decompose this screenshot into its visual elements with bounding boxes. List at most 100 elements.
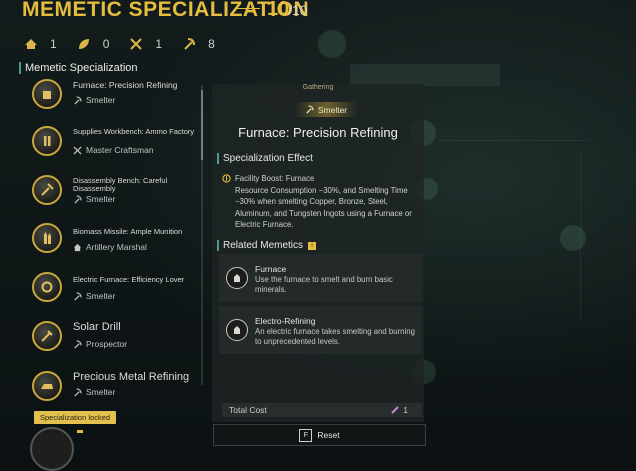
detail-category: Gathering [302, 84, 334, 91]
total-cost-label: Total Cost [229, 405, 267, 415]
electric-furnace-icon [226, 319, 248, 341]
points-count: 10 [267, 0, 290, 20]
list-item-sub: Artillery Marshal [73, 242, 147, 252]
effect-description: Facility Boost: Furnace Resource Consump… [222, 173, 422, 231]
cost-icon [391, 406, 399, 414]
effect-body: Resource Consumption −30%, and Smelting … [235, 185, 412, 230]
list-item[interactable]: Furnace: Precision Refining Smelter [32, 78, 199, 118]
specialization-list[interactable]: Furnace: Precision Refining Smelter Supp… [19, 78, 199, 410]
list-item-name: Supplies Workbench: Ammo Factory [73, 127, 195, 136]
reset-button[interactable]: F Reset [213, 424, 426, 446]
leaf-icon [78, 39, 89, 49]
list-item-sub: Master Craftsman [73, 145, 154, 155]
total-cost-number: 1 [403, 405, 408, 415]
furnace-icon [226, 267, 248, 289]
pickaxe-icon [74, 339, 82, 349]
list-item[interactable]: Biomass Missile: Ample Munition Artiller… [32, 220, 199, 262]
section-title: Memetic Specialization [19, 62, 138, 74]
related-heading: Related Memetics i [217, 240, 317, 251]
reset-label: Reset [317, 430, 340, 440]
crossed-tools-icon [73, 145, 82, 155]
list-item-sub-label: Smelter [86, 194, 116, 204]
electric-furnace-icon [32, 272, 62, 302]
drill-icon [32, 321, 62, 351]
ammo-icon [32, 126, 62, 156]
list-item[interactable]: Supplies Workbench: Ammo Factory Master … [32, 123, 199, 165]
list-item-name: Precious Metal Refining [73, 371, 190, 383]
locked-item-icon[interactable] [30, 427, 74, 471]
header-divider [236, 8, 260, 9]
list-item-sub-label: Master Craftsman [86, 145, 154, 155]
detail-panel: Gathering Smelter Furnace: Precision Ref… [212, 84, 424, 422]
furnace-icon [32, 79, 62, 109]
stat-value: 1 [155, 37, 163, 51]
list-scrollbar-thumb[interactable] [201, 90, 203, 160]
effect-row: Facility Boost: Furnace [222, 173, 422, 185]
effect-heading-label: Specialization Effect [223, 153, 313, 164]
stat-value: 1 [50, 37, 57, 51]
missile-icon [32, 223, 62, 253]
locked-tooltip: Specialization locked [34, 411, 117, 424]
detail-title: Furnace: Precision Refining [238, 125, 398, 140]
memetic-name: Electro-Refining [255, 316, 316, 326]
list-item[interactable]: Solar Drill Prospector [32, 318, 199, 360]
stat-pickaxe: 8 [182, 37, 215, 51]
list-item[interactable]: Precious Metal Refining Smelter [32, 368, 199, 410]
list-item-name: Furnace: Precision Refining [73, 80, 178, 90]
locked-marker [77, 430, 83, 433]
detail-tag-label: Smelter [317, 104, 348, 115]
detail-tag: Smelter [294, 102, 358, 117]
total-cost-value: 1 [391, 405, 408, 415]
crossed-tools-icon [130, 38, 143, 50]
effect-label: Facility Boost: Furnace [235, 174, 315, 183]
list-item-sub: Prospector [73, 339, 127, 349]
ingot-icon [32, 371, 62, 401]
list-item-name: Electric Furnace: Efficiency Lover [73, 275, 185, 284]
list-item-sub-label: Smelter [86, 291, 116, 301]
list-item-sub: Smelter [73, 194, 115, 204]
pickaxe-icon [74, 291, 82, 301]
pickaxe-icon [306, 105, 314, 114]
bg-node [560, 225, 586, 251]
memetic-desc: Use the furnace to smelt and burn basic … [255, 275, 393, 294]
total-cost-row: Total Cost 1 [222, 403, 422, 417]
pickaxe-icon [74, 95, 82, 105]
info-icon[interactable]: i [308, 241, 317, 250]
stat-leaf: 0 [77, 37, 110, 51]
memetic-desc: An electric furnace takes smelting and b… [255, 327, 415, 346]
list-item[interactable]: Disassembly Bench: Careful Disassembly S… [32, 172, 199, 214]
list-item-sub-label: Smelter [86, 95, 116, 105]
list-item-sub-label: Prospector [86, 339, 128, 349]
list-item-sub: Smelter [73, 95, 115, 105]
stat-value: 0 [102, 37, 110, 51]
related-memetic-item[interactable]: Electro-Refining An electric furnace tak… [219, 306, 422, 354]
list-item[interactable]: Electric Furnace: Efficiency Lover Smelt… [32, 269, 199, 311]
keybind-hint: F [299, 428, 313, 442]
related-heading-label: Related Memetics [223, 240, 304, 251]
memetic-name: Furnace [255, 264, 287, 274]
stat-tools: 1 [129, 37, 162, 51]
effect-heading: Specialization Effect [217, 153, 313, 164]
list-item-sub-label: Artillery Marshal [86, 242, 147, 252]
pickaxe-icon [184, 38, 196, 50]
home-icon [73, 243, 82, 251]
wrench-icon [32, 175, 62, 205]
stat-value: 8 [208, 37, 215, 51]
boost-icon [222, 174, 231, 183]
bg-line [440, 140, 590, 141]
list-item-sub: Smelter [73, 387, 115, 397]
list-item-sub: Smelter [73, 291, 115, 301]
list-item-sub-label: Smelter [86, 387, 116, 397]
list-item-name: Solar Drill [73, 321, 121, 333]
category-stats: 1 0 1 8 [24, 37, 235, 51]
pickaxe-icon [74, 194, 82, 204]
home-icon [25, 39, 37, 49]
list-item-name: Biomass Missile: Ample Munition [73, 227, 183, 236]
pickaxe-icon [74, 387, 82, 397]
bg-line [350, 64, 500, 86]
points-total: /10 [288, 2, 308, 18]
bg-line [580, 150, 581, 320]
related-memetic-item[interactable]: Furnace Use the furnace to smelt and bur… [219, 254, 422, 302]
stat-home: 1 [24, 37, 57, 51]
list-item-name: Disassembly Bench: Careful Disassembly [73, 176, 168, 193]
